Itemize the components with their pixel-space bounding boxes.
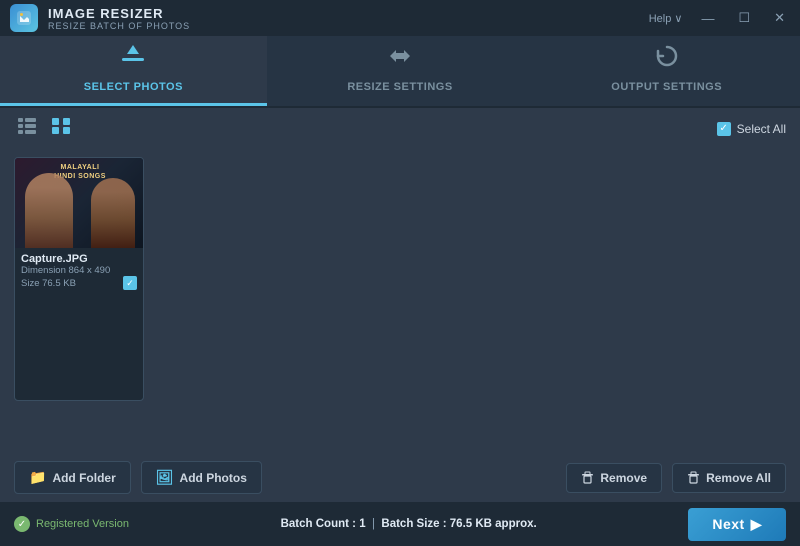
photo-name: Capture.JPG bbox=[21, 253, 137, 265]
status-registered: ✓ Registered Version bbox=[14, 516, 129, 532]
app-title: IMAGE RESIZER bbox=[48, 6, 190, 21]
title-bar-left: IMAGE RESIZER RESIZE BATCH OF PHOTOS bbox=[10, 4, 190, 32]
next-button[interactable]: Next ▶ bbox=[688, 508, 786, 541]
photo-checkbox[interactable]: ✓ bbox=[123, 276, 137, 290]
status-bar: ✓ Registered Version Batch Count : 1 | B… bbox=[0, 502, 800, 546]
help-button[interactable]: Help ∨ bbox=[649, 12, 683, 25]
app-subtitle: RESIZE BATCH OF PHOTOS bbox=[48, 21, 190, 31]
photo-icon: 🖼 bbox=[156, 469, 174, 486]
batch-size-value: 76.5 KB approx. bbox=[450, 518, 537, 530]
photo-thumbnail: MALAYALIHINDI SONGS bbox=[15, 158, 144, 248]
add-folder-button[interactable]: 📁 Add Folder bbox=[14, 461, 131, 494]
remove-all-label: Remove All bbox=[706, 471, 771, 485]
tab-output-settings[interactable]: OUTPUT SETTINGS bbox=[533, 36, 800, 106]
photo-info: Capture.JPG Dimension 864 x 490 Size 76.… bbox=[15, 248, 143, 295]
grid-view-button[interactable] bbox=[48, 116, 74, 141]
folder-icon: 📁 bbox=[29, 469, 46, 486]
remove-label: Remove bbox=[600, 471, 647, 485]
minimize-button[interactable]: — bbox=[696, 9, 719, 28]
add-folder-label: Add Folder bbox=[52, 471, 115, 485]
title-bar: IMAGE RESIZER RESIZE BATCH OF PHOTOS Hel… bbox=[0, 0, 800, 36]
trash-all-icon bbox=[687, 471, 700, 484]
tab-output-label: OUTPUT SETTINGS bbox=[611, 81, 722, 93]
status-batch-info: Batch Count : 1 | Batch Size : 76.5 KB a… bbox=[281, 518, 537, 530]
action-bar: 📁 Add Folder 🖼 Add Photos Remove Remove … bbox=[0, 453, 800, 502]
registered-icon: ✓ bbox=[14, 516, 30, 532]
tab-resize-label: RESIZE SETTINGS bbox=[347, 81, 452, 93]
photo-size: Size 76.5 KB bbox=[21, 278, 76, 289]
trash-icon bbox=[581, 471, 594, 484]
toolbar-row: ✓ Select All bbox=[0, 108, 800, 149]
registered-label: Registered Version bbox=[36, 518, 129, 530]
batch-count-value: 1 bbox=[359, 518, 365, 530]
add-photos-button[interactable]: 🖼 Add Photos bbox=[141, 461, 262, 494]
select-all-checkbox[interactable]: ✓ bbox=[717, 122, 731, 136]
next-label: Next bbox=[712, 516, 744, 532]
list-view-button[interactable] bbox=[14, 116, 40, 141]
photo-size-row: Size 76.5 KB ✓ bbox=[21, 276, 137, 290]
add-photos-label: Add Photos bbox=[180, 471, 247, 485]
thumb-figure-left bbox=[25, 173, 73, 248]
photo-grid: MALAYALIHINDI SONGS Capture.JPG Dimensio… bbox=[0, 149, 800, 409]
tab-bar: SELECT PHOTOS RESIZE SETTINGS OUTPUT SET… bbox=[0, 36, 800, 108]
tab-resize-settings[interactable]: RESIZE SETTINGS bbox=[267, 36, 534, 106]
close-button[interactable]: ✕ bbox=[769, 8, 790, 28]
action-right: Remove Remove All bbox=[566, 463, 786, 493]
tab-select-label: SELECT PHOTOS bbox=[84, 81, 183, 93]
next-arrow-icon: ▶ bbox=[751, 516, 762, 533]
view-toggles bbox=[14, 116, 74, 141]
select-all-label: Select All bbox=[737, 122, 786, 136]
action-left: 📁 Add Folder 🖼 Add Photos bbox=[14, 461, 262, 494]
output-settings-icon bbox=[653, 42, 681, 76]
resize-settings-icon bbox=[386, 42, 414, 76]
photo-dimension: Dimension 864 x 490 bbox=[21, 265, 137, 276]
select-all-area[interactable]: ✓ Select All bbox=[717, 122, 786, 136]
batch-count-label: Batch Count : bbox=[281, 518, 356, 530]
batch-size-label: Batch Size : bbox=[381, 518, 446, 530]
maximize-button[interactable]: ☐ bbox=[733, 8, 755, 28]
remove-all-button[interactable]: Remove All bbox=[672, 463, 786, 493]
list-item[interactable]: MALAYALIHINDI SONGS Capture.JPG Dimensio… bbox=[14, 157, 144, 401]
app-icon bbox=[10, 4, 38, 32]
title-text-group: IMAGE RESIZER RESIZE BATCH OF PHOTOS bbox=[48, 6, 190, 31]
remove-button[interactable]: Remove bbox=[566, 463, 662, 493]
tab-select-photos[interactable]: SELECT PHOTOS bbox=[0, 36, 267, 106]
thumb-figure-right bbox=[91, 178, 135, 248]
title-bar-controls: Help ∨ — ☐ ✕ bbox=[649, 8, 790, 28]
select-photos-icon bbox=[119, 42, 147, 76]
